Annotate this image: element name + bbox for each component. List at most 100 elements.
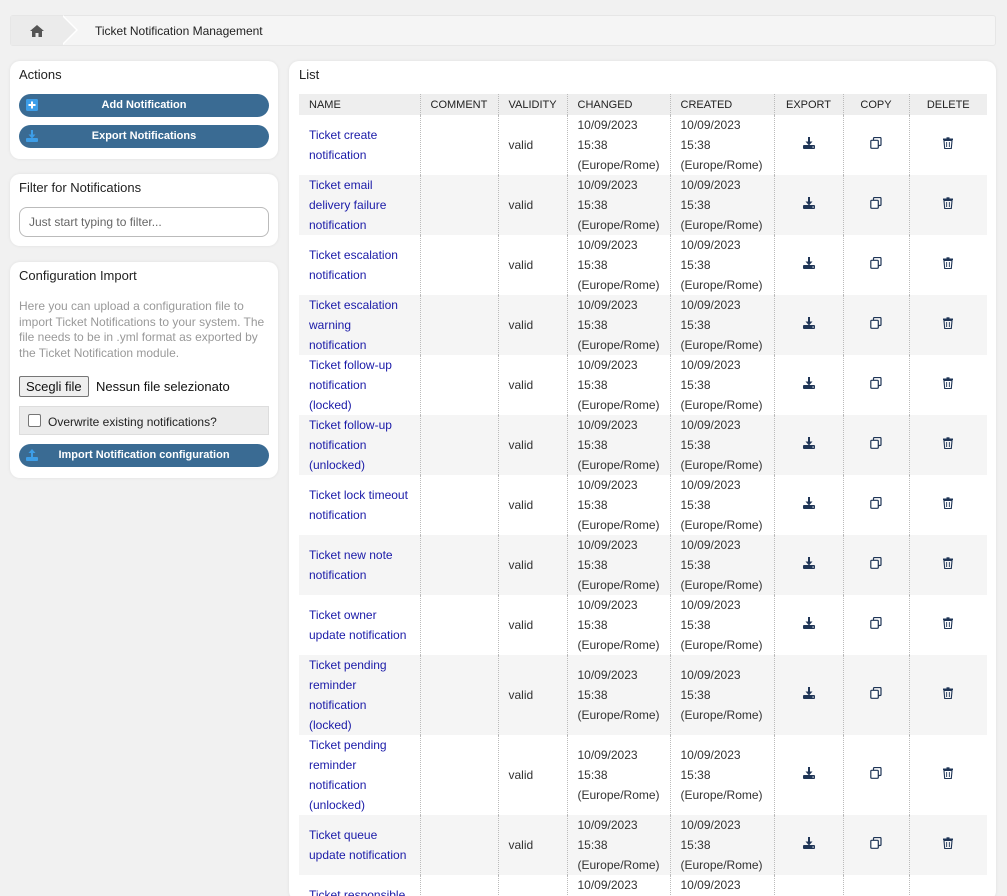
column-header-created[interactable]: CREATED <box>669 94 774 115</box>
export-notifications-button[interactable]: Export Notifications <box>19 125 269 148</box>
list-panel: List NAME COMMENT VALIDITY CHANGED CREAT… <box>289 61 996 896</box>
no-file-selected-label: Nessun file selezionato <box>96 379 230 394</box>
overwrite-label: Overwrite existing notifications? <box>48 415 217 429</box>
copy-icon[interactable] <box>870 495 882 509</box>
cell-delete <box>908 815 987 875</box>
cell-changed: 10/09/2023 15:38 (Europe/Rome) <box>566 475 670 535</box>
cell-name: Ticket escalation warning notification <box>299 295 420 355</box>
trash-icon[interactable] <box>942 495 954 510</box>
copy-icon[interactable] <box>870 375 882 389</box>
trash-icon[interactable] <box>942 615 954 630</box>
overwrite-checkbox[interactable] <box>28 414 41 427</box>
table-row: Ticket queue update notification valid 10/… <box>299 815 987 875</box>
trash-icon[interactable] <box>942 315 954 330</box>
cell-name: Ticket queue update notification <box>299 815 420 875</box>
download-icon[interactable] <box>802 315 815 329</box>
notification-link[interactable]: Ticket pending reminder notification (lo… <box>309 658 387 732</box>
cell-validity: valid <box>497 875 567 896</box>
copy-icon[interactable] <box>870 195 882 209</box>
trash-icon[interactable] <box>942 195 954 210</box>
column-header-name[interactable]: NAME <box>299 94 420 115</box>
download-icon[interactable] <box>802 835 815 849</box>
notification-link[interactable]: Ticket email delivery failure notificati… <box>309 178 386 232</box>
cell-copy <box>842 535 909 595</box>
trash-icon[interactable] <box>942 835 954 850</box>
copy-icon[interactable] <box>870 135 882 149</box>
notification-link[interactable]: Ticket escalation warning notification <box>309 298 398 352</box>
cell-name: Ticket owner update notification <box>299 595 420 655</box>
copy-icon[interactable] <box>870 555 882 569</box>
notification-link[interactable]: Ticket pending reminder notification (un… <box>309 738 387 812</box>
download-icon[interactable] <box>802 495 815 509</box>
notification-link[interactable]: Ticket follow-up notification (locked) <box>309 358 392 412</box>
cell-copy <box>842 735 909 815</box>
list-heading: List <box>299 67 320 82</box>
cell-export <box>773 355 843 415</box>
import-configuration-label: Import Notification configuration <box>58 449 230 461</box>
table-header-row: NAME COMMENT VALIDITY CHANGED CREATED EX… <box>299 94 987 115</box>
download-icon[interactable] <box>802 685 815 699</box>
cell-changed: 10/09/2023 15:38 (Europe/Rome) <box>566 655 670 735</box>
add-notification-button[interactable]: Add Notification <box>19 94 269 117</box>
download-icon[interactable] <box>802 615 815 629</box>
upload-icon <box>26 449 38 461</box>
copy-icon[interactable] <box>870 615 882 629</box>
cell-created: 10/09/2023 15:38 (Europe/Rome) <box>669 735 774 815</box>
column-header-comment[interactable]: COMMENT <box>419 94 498 115</box>
copy-icon[interactable] <box>870 835 882 849</box>
trash-icon[interactable] <box>942 255 954 270</box>
notification-link[interactable]: Ticket escalation notification <box>309 248 398 282</box>
download-icon[interactable] <box>802 135 815 149</box>
cell-validity: valid <box>497 655 567 735</box>
cell-delete <box>908 655 987 735</box>
column-header-export: EXPORT <box>773 94 843 115</box>
cell-validity: valid <box>497 475 567 535</box>
notification-link[interactable]: Ticket create notification <box>309 128 377 162</box>
copy-icon[interactable] <box>870 685 882 699</box>
cell-export <box>773 535 843 595</box>
notification-link[interactable]: Ticket lock timeout notification <box>309 488 408 522</box>
column-header-changed[interactable]: CHANGED <box>566 94 670 115</box>
import-configuration-button[interactable]: Import Notification configuration <box>19 444 269 467</box>
download-icon[interactable] <box>802 555 815 569</box>
trash-icon[interactable] <box>942 685 954 700</box>
cell-name: Ticket new note notification <box>299 535 420 595</box>
cell-name: Ticket email delivery failure notificati… <box>299 175 420 235</box>
column-header-validity[interactable]: VALIDITY <box>497 94 567 115</box>
cell-name: Ticket follow-up notification (unlocked) <box>299 415 420 475</box>
trash-icon[interactable] <box>942 435 954 450</box>
actions-widget: Actions Add Notification Export Notifica… <box>10 61 278 159</box>
trash-icon[interactable] <box>942 555 954 570</box>
cell-export <box>773 415 843 475</box>
cell-delete <box>908 735 987 815</box>
table-row: Ticket pending reminder notification (lo… <box>299 655 987 735</box>
download-icon[interactable] <box>802 375 815 389</box>
notification-link[interactable]: Ticket owner update notification <box>309 608 406 642</box>
breadcrumb-home[interactable] <box>11 16 63 45</box>
copy-icon[interactable] <box>870 435 882 449</box>
cell-export <box>773 735 843 815</box>
notification-link[interactable]: Ticket responsible update notification <box>309 888 406 896</box>
copy-icon[interactable] <box>870 765 882 779</box>
choose-file-button[interactable]: Scegli file <box>19 376 89 397</box>
trash-icon[interactable] <box>942 135 954 150</box>
copy-icon[interactable] <box>870 315 882 329</box>
copy-icon[interactable] <box>870 255 882 269</box>
cell-copy <box>842 655 909 735</box>
cell-changed: 10/09/2023 15:38 (Europe/Rome) <box>566 235 670 295</box>
notification-link[interactable]: Ticket follow-up notification (unlocked) <box>309 418 392 472</box>
actions-heading: Actions <box>19 67 62 82</box>
cell-delete <box>908 115 987 175</box>
download-icon[interactable] <box>802 195 815 209</box>
download-icon[interactable] <box>802 765 815 779</box>
notification-link[interactable]: Ticket new note notification <box>309 548 393 582</box>
filter-input[interactable] <box>19 207 269 237</box>
cell-comment <box>419 175 498 235</box>
download-icon[interactable] <box>802 255 815 269</box>
notification-link[interactable]: Ticket queue update notification <box>309 828 406 862</box>
trash-icon[interactable] <box>942 375 954 390</box>
cell-comment <box>419 415 498 475</box>
cell-created: 10/09/2023 15:38 (Europe/Rome) <box>669 875 774 896</box>
trash-icon[interactable] <box>942 765 954 780</box>
download-icon[interactable] <box>802 435 815 449</box>
